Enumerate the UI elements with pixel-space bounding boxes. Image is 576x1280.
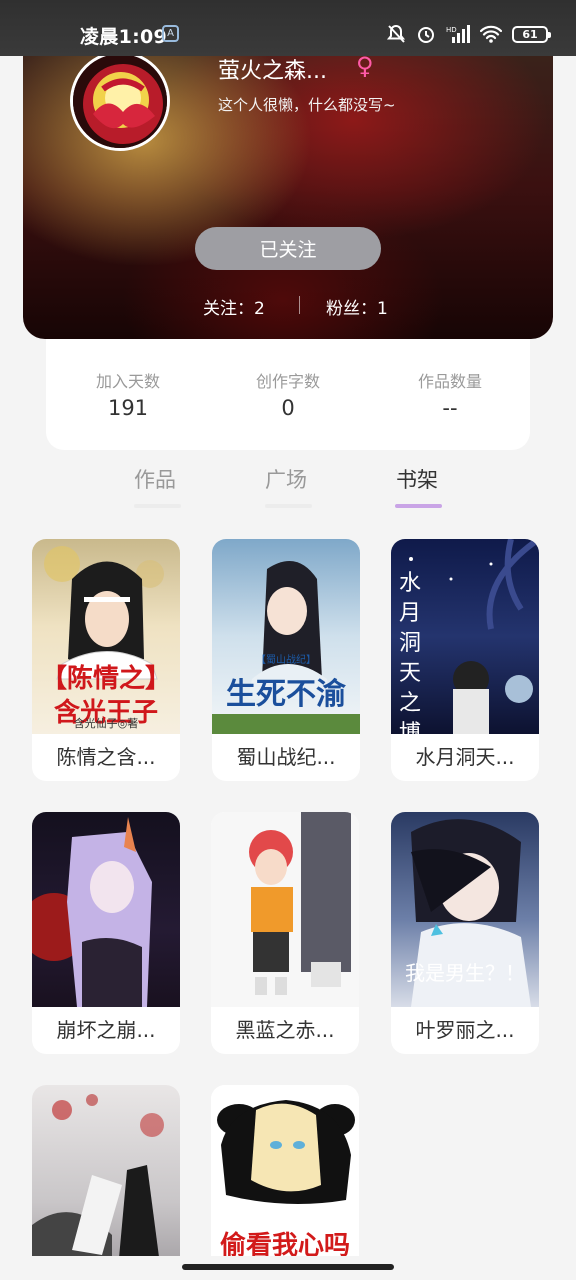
- stat-label: 作品数量: [417, 372, 482, 391]
- cover-title-text: 我是男生？！: [405, 961, 525, 985]
- signal-icon: HD: [446, 25, 470, 43]
- book-cover: 【蜀山战纪】 生死不渝: [212, 539, 360, 734]
- gesture-nav-bar[interactable]: [182, 1264, 394, 1270]
- book-card[interactable]: [32, 1085, 180, 1280]
- cover-illustration: [32, 1094, 164, 1280]
- fans-count[interactable]: 粉丝：1: [326, 294, 388, 319]
- cover-title-text: 生死不渝: [226, 677, 346, 712]
- book-cover: 水月洞天之博雪: [391, 539, 539, 734]
- tab-square-indicator: [265, 504, 312, 508]
- book-title: 黑蓝之赤...: [235, 1018, 335, 1042]
- stat-join-days: 加入天数 191: [48, 368, 208, 420]
- nickname: 萤火之森...: [218, 59, 327, 84]
- book-cover: 我是男生？！: [391, 812, 539, 1007]
- book-cover: [32, 812, 180, 1007]
- rose-avatar-image: [73, 54, 167, 148]
- book-title: 陈情之含...: [56, 745, 156, 769]
- mute-bell-icon: [386, 24, 406, 43]
- svg-text:HD: HD: [446, 26, 457, 34]
- stat-label: 加入天数: [95, 372, 160, 391]
- stat-label: 创作字数: [255, 372, 320, 391]
- counts-divider: [299, 296, 300, 314]
- tab-square[interactable]: 广场: [265, 464, 307, 494]
- book-title: 水月洞天...: [415, 745, 515, 769]
- followed-button[interactable]: 已关注: [195, 227, 381, 270]
- stat-value: 191: [107, 396, 149, 420]
- book-card[interactable]: 崩坏之崩...: [32, 812, 180, 1054]
- book-card[interactable]: 【陈情之】含光王子 含光仙子◎著 陈情之含...: [32, 539, 180, 781]
- stat-value: 0: [281, 396, 295, 420]
- book-card[interactable]: 偷看我心吗: [211, 1085, 359, 1280]
- book-title: 崩坏之崩...: [56, 1018, 156, 1042]
- book-cover: 【陈情之】含光王子 含光仙子◎著: [32, 539, 180, 734]
- stat-works-count: 作品数量 --: [370, 368, 530, 420]
- book-cover: 偷看我心吗: [211, 1085, 359, 1280]
- cover-title-text: 水月洞天之博雪: [399, 571, 422, 734]
- book-cover: [32, 1085, 180, 1280]
- stat-value: --: [442, 396, 458, 420]
- cover-author-text: 含光仙子◎著: [73, 717, 139, 730]
- status-time: 凌晨1:09: [80, 26, 168, 48]
- profile-screen: 凌晨1:09 A HD 61 萤火之森... ♀ 这个人很懒，什么都没写~ 已关…: [0, 0, 576, 1280]
- app-notification-icon: A: [162, 25, 179, 42]
- book-title: 蜀山战纪...: [236, 745, 336, 769]
- tab-bookshelf-indicator: [395, 504, 442, 508]
- following-count[interactable]: 关注：2: [203, 294, 265, 319]
- alarm-icon: [418, 27, 434, 43]
- cover-illustration: [249, 812, 351, 995]
- wifi-icon: [480, 25, 502, 43]
- tab-bookshelf[interactable]: 书架: [396, 464, 438, 494]
- cover-illustration: [32, 817, 152, 1007]
- status-icons: HD 61: [386, 24, 551, 44]
- female-gender-icon: ♀: [356, 52, 374, 80]
- book-card[interactable]: 黑蓝之赤...: [211, 812, 359, 1054]
- cover-sub-text: 【蜀山战纪】: [256, 655, 316, 666]
- book-card[interactable]: 水月洞天之博雪 水月洞天...: [391, 539, 539, 781]
- stat-word-count: 创作字数 0: [208, 368, 368, 420]
- tab-works[interactable]: 作品: [134, 464, 176, 494]
- tab-works-indicator: [134, 504, 181, 508]
- avatar[interactable]: [70, 51, 170, 151]
- status-bar: 凌晨1:09 A HD 61: [0, 0, 576, 56]
- book-cover: [211, 812, 359, 1007]
- book-card[interactable]: 【蜀山战纪】 生死不渝 蜀山战纪...: [212, 539, 360, 781]
- bio: 这个人很懒，什么都没写~: [218, 96, 396, 114]
- battery-icon: 61: [512, 25, 551, 43]
- book-title: 叶罗丽之...: [415, 1018, 515, 1042]
- stats-card: 加入天数 191 创作字数 0 作品数量 --: [46, 334, 530, 450]
- book-card[interactable]: 我是男生？！ 叶罗丽之...: [391, 812, 539, 1054]
